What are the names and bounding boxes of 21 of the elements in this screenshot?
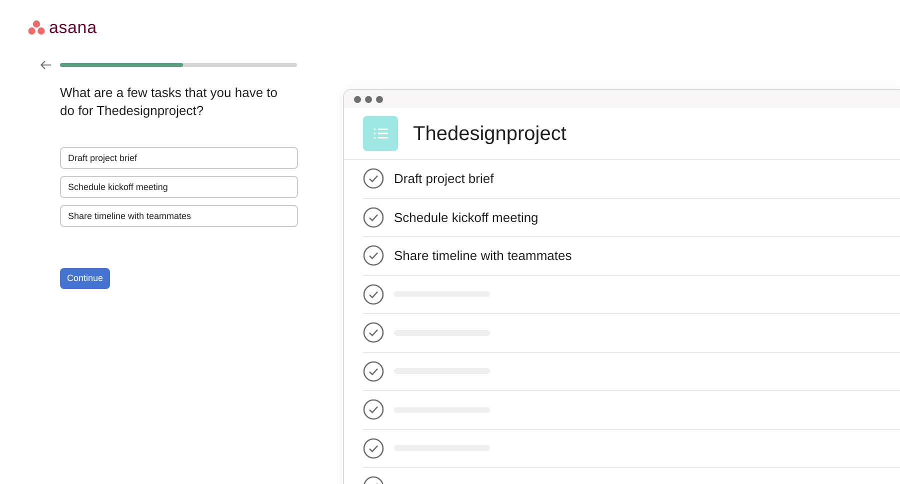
task-input-field[interactable]: Draft project brief: [60, 147, 298, 169]
logo-wordmark: asana: [49, 19, 97, 36]
check-circle-icon[interactable]: [363, 206, 384, 228]
task-name: Schedule kickoff meeting: [394, 208, 538, 227]
check-circle-icon[interactable]: [363, 360, 384, 382]
check-circle-icon[interactable]: [363, 399, 384, 420]
task-input-field[interactable]: Share timeline with teammates: [60, 205, 298, 227]
check-circle-icon[interactable]: [363, 284, 384, 305]
continue-button[interactable]: Continue: [60, 268, 110, 290]
project-title: Thedesignproject: [413, 122, 566, 146]
check-circle-icon[interactable]: [363, 438, 384, 459]
project-list-icon: [363, 116, 398, 151]
question-heading: What are a few tasks that you have to do for Thedesignproject?: [60, 84, 279, 120]
task-input-field[interactable]: Schedule kickoff meeting: [60, 176, 298, 198]
logo-icon: [28, 20, 45, 35]
back-arrow-icon[interactable]: [40, 60, 52, 70]
task-name: Share timeline with teammates: [394, 247, 572, 265]
task-name: Draft project brief: [394, 170, 494, 188]
check-circle-icon[interactable]: [363, 322, 384, 344]
check-circle-icon[interactable]: [363, 245, 384, 266]
check-circle-icon[interactable]: [363, 168, 384, 190]
